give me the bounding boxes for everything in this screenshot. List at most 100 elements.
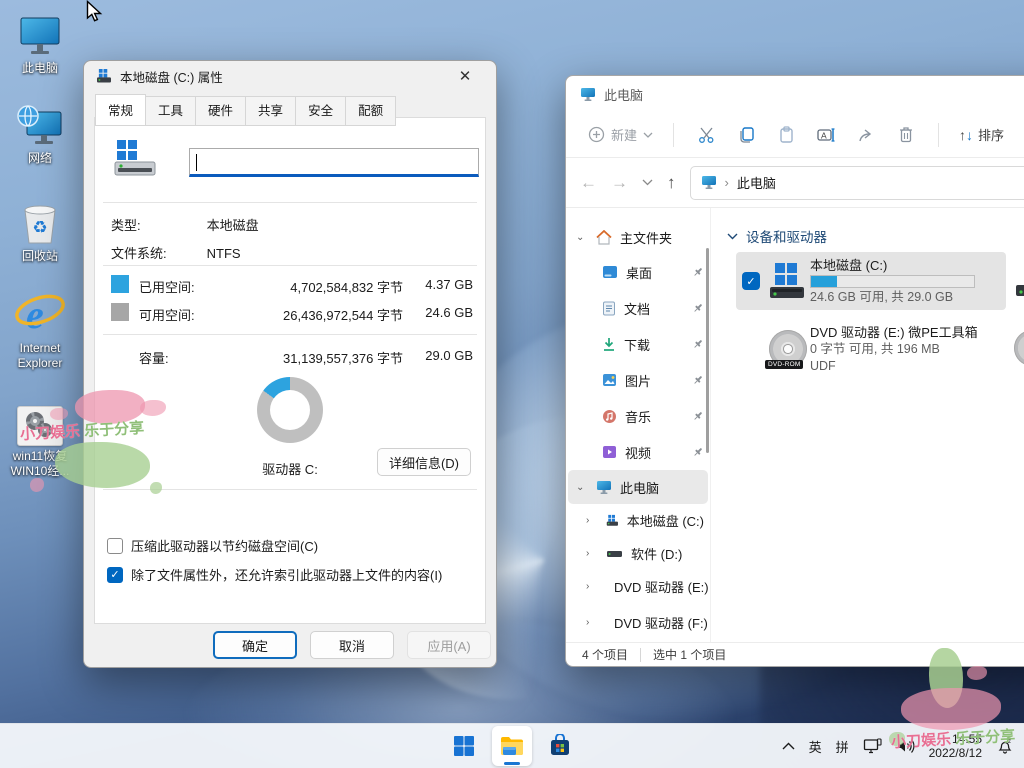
- dialog-title: 本地磁盘 (C:) 属性: [120, 67, 223, 86]
- pin-icon: [692, 446, 704, 458]
- up-button[interactable]: ↑: [667, 173, 676, 193]
- taskbar-clock[interactable]: 14:55 2022/8/12: [929, 732, 982, 760]
- ok-button[interactable]: 确定: [213, 631, 297, 659]
- sidebar-item-label: 文档: [624, 299, 650, 318]
- crumb-separator: ›: [725, 175, 729, 190]
- clipped-dvd-icon: [1014, 330, 1024, 366]
- paste-button[interactable]: [766, 118, 806, 152]
- address-bar[interactable]: › 此电脑: [690, 166, 1024, 200]
- sidebar-item-label: 软件 (D:): [631, 544, 682, 563]
- system-tray: 英 拼 14:55 2022/8/12 z: [782, 732, 1014, 760]
- tab-general[interactable]: 常规: [95, 94, 146, 126]
- desktop-icon-label-line2: Explorer: [18, 356, 63, 370]
- new-button[interactable]: 新建: [580, 119, 661, 150]
- sidebar-item-downloads[interactable]: 下载: [566, 326, 710, 362]
- volume-label-field-wrap: [189, 148, 479, 177]
- group-header[interactable]: 设备和驱动器: [727, 226, 827, 246]
- sidebar-item-music[interactable]: 音乐: [566, 398, 710, 434]
- chevron-right-icon: ›: [586, 548, 598, 559]
- tab-hardware[interactable]: 硬件: [196, 96, 246, 126]
- free-space-size: 24.6 GB: [411, 305, 473, 320]
- sidebar-item-desktop[interactable]: 桌面: [566, 254, 710, 290]
- drive-caption: 驱动器 C:: [215, 459, 365, 478]
- desktop-icon-recycle-bin[interactable]: ♻ 回收站: [4, 196, 76, 264]
- plus-circle-icon: [588, 126, 605, 143]
- tab-sharing[interactable]: 共享: [246, 96, 296, 126]
- sidebar-item-pictures[interactable]: 图片: [566, 362, 710, 398]
- sidebar-scrollbar[interactable]: [706, 248, 709, 453]
- item-checkbox[interactable]: ✓: [742, 272, 760, 290]
- volume-icon[interactable]: [896, 738, 915, 754]
- sidebar-item-label: DVD 驱动器 (E:): [614, 577, 709, 596]
- history-chevron-icon[interactable]: [642, 179, 653, 186]
- sidebar-item-dvd-f[interactable]: › DVD 驱动器 (F:): [566, 606, 710, 639]
- videos-icon: [602, 445, 617, 459]
- pin-icon: [692, 338, 704, 350]
- index-checkbox-label: 除了文件属性外，还允许索引此驱动器上文件的内容(I): [131, 565, 442, 584]
- desktop-icon-network[interactable]: 网络: [4, 98, 76, 166]
- start-button[interactable]: [444, 726, 484, 766]
- desktop-icon-win11-restore[interactable]: win11恢复WIN10经...: [4, 396, 76, 479]
- delete-button[interactable]: [886, 118, 926, 152]
- sidebar-item-label: 下载: [624, 335, 650, 354]
- ime-english-indicator[interactable]: 英: [809, 737, 822, 756]
- close-button[interactable]: ✕: [446, 62, 484, 90]
- rename-button[interactable]: A: [806, 118, 846, 152]
- dvd-rom-icon: DVD-ROM: [766, 330, 810, 368]
- dvd-e-tile[interactable]: DVD-ROM DVD 驱动器 (E:) 微PE工具箱 0 字节 可用, 共 1…: [736, 320, 1006, 378]
- system-drive-icon: [96, 69, 112, 83]
- ime-pinyin-indicator[interactable]: 拼: [836, 737, 849, 756]
- details-button[interactable]: 详细信息(D): [377, 448, 471, 476]
- sidebar-item-drive-d[interactable]: › 软件 (D:): [566, 537, 710, 570]
- sort-button[interactable]: ↑↓ 排序: [951, 119, 1012, 150]
- network-icon[interactable]: [863, 738, 882, 755]
- sidebar-item-dvd-e[interactable]: › DVD 驱动器 (E:): [566, 570, 710, 603]
- notifications-bell-icon[interactable]: z: [996, 737, 1014, 755]
- dvd-rom-badge: DVD-ROM: [765, 360, 803, 369]
- drive-c-tile[interactable]: ✓ 本地磁盘 (C:) 24.6 GB 可用, 共 29.0 GB: [736, 252, 1006, 310]
- pin-icon: [692, 302, 704, 314]
- chevron-down-icon: ⌄: [576, 232, 588, 243]
- dialog-titlebar[interactable]: 本地磁盘 (C:) 属性 ✕: [84, 61, 496, 91]
- explorer-body: ⌄ 主文件夹 桌面 文档 下载: [566, 208, 1024, 642]
- index-checkbox[interactable]: ✓: [107, 567, 123, 583]
- desktop-icon-internet-explorer[interactable]: e InternetExplorer: [4, 288, 76, 371]
- forward-button[interactable]: →: [611, 173, 628, 193]
- used-space-swatch: [111, 275, 129, 293]
- sidebar-item-videos[interactable]: 视频: [566, 434, 710, 470]
- filesystem-label: 文件系统:: [111, 243, 203, 262]
- sidebar-item-home[interactable]: ⌄ 主文件夹: [566, 220, 710, 254]
- copy-button[interactable]: [726, 118, 766, 152]
- sidebar-item-this-pc[interactable]: ⌄ 此电脑: [568, 470, 708, 504]
- desktop-icon-this-pc[interactable]: 此电脑: [4, 8, 76, 76]
- apply-button[interactable]: 应用(A): [407, 631, 491, 659]
- drive-filesystem: UDF: [810, 358, 978, 375]
- tab-tools[interactable]: 工具: [146, 96, 196, 126]
- volume-label-input[interactable]: [189, 148, 479, 177]
- cut-button[interactable]: [686, 118, 726, 152]
- explorer-title: 此电脑: [604, 85, 643, 104]
- sidebar-item-label: 视频: [625, 443, 651, 462]
- compress-checkbox-row[interactable]: 压缩此驱动器以节约磁盘空间(C): [107, 536, 318, 555]
- this-pc-icon: [580, 87, 596, 102]
- share-button[interactable]: [846, 118, 886, 152]
- tab-security[interactable]: 安全: [296, 96, 346, 126]
- cancel-button[interactable]: 取消: [310, 631, 394, 659]
- drive-info: 24.6 GB 可用, 共 29.0 GB: [810, 289, 975, 306]
- filesystem-value: NTFS: [207, 246, 241, 261]
- index-checkbox-row[interactable]: ✓ 除了文件属性外，还允许索引此驱动器上文件的内容(I): [107, 565, 442, 584]
- file-explorer-taskbar-button[interactable]: [492, 726, 532, 766]
- sidebar-item-documents[interactable]: 文档: [566, 290, 710, 326]
- explorer-titlebar[interactable]: 此电脑: [566, 76, 1024, 112]
- windows-logo-icon: [452, 734, 476, 758]
- desktop-icon-label-line2: WIN10经...: [11, 464, 70, 478]
- compress-checkbox[interactable]: [107, 538, 123, 554]
- general-tab-page: 类型: 本地磁盘 文件系统: NTFS 已用空间: 4,702,584,832 …: [94, 117, 486, 624]
- back-button[interactable]: ←: [580, 173, 597, 193]
- this-pc-icon: [596, 480, 612, 495]
- tray-expand-chevron-icon[interactable]: [782, 742, 795, 750]
- breadcrumb-root[interactable]: 此电脑: [737, 173, 776, 192]
- sidebar-item-drive-c[interactable]: › 本地磁盘 (C:): [566, 504, 710, 537]
- microsoft-store-taskbar-button[interactable]: [540, 726, 580, 766]
- tab-quota[interactable]: 配额: [346, 96, 396, 126]
